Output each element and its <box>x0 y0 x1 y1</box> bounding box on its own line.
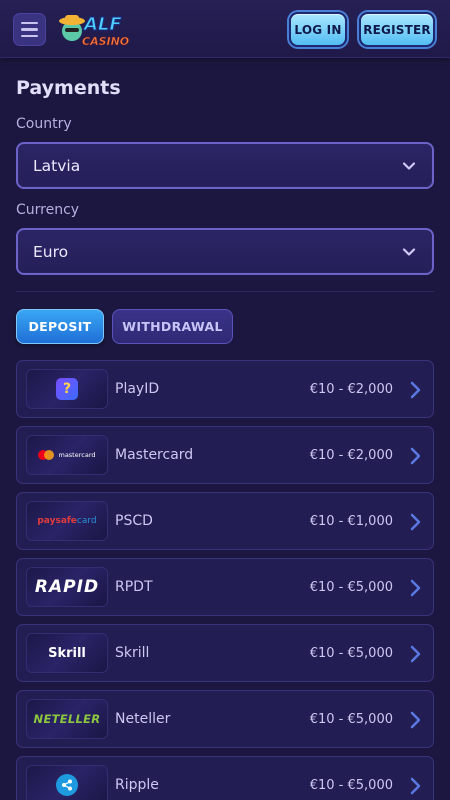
payment-range: €10 - €5,000 <box>309 712 393 727</box>
logo-text-alf: ALF <box>82 14 122 35</box>
chevron-right-icon <box>410 777 421 795</box>
rapid-logo: RAPID <box>26 567 108 607</box>
country-value: Latvia <box>33 156 81 175</box>
tab-deposit[interactable]: DEPOSIT <box>16 309 104 344</box>
playid-icon: ? <box>56 378 78 400</box>
ripple-icon <box>56 774 78 796</box>
payment-name: PSCD <box>115 513 153 529</box>
payment-item-rpdt[interactable]: RAPID RPDT €10 - €5,000 <box>16 558 434 616</box>
currency-label: Currency <box>16 202 80 218</box>
tab-withdrawal[interactable]: WITHDRAWAL <box>112 309 233 344</box>
skrill-logo-text: Skrill <box>48 645 86 661</box>
payment-range: €10 - €2,000 <box>309 448 393 463</box>
menu-line-icon <box>21 21 38 25</box>
currency-select[interactable]: Euro <box>16 228 434 275</box>
payment-item-pscd[interactable]: paysafecard PSCD €10 - €1,000 <box>16 492 434 550</box>
chevron-down-icon <box>402 162 416 170</box>
chevron-right-icon <box>410 513 421 531</box>
hamburger-menu-button[interactable] <box>13 13 46 46</box>
mastercard-logo: mastercard <box>26 435 108 475</box>
payment-item-neteller[interactable]: NETELLER Neteller €10 - €5,000 <box>16 690 434 748</box>
payment-name: Mastercard <box>115 447 194 463</box>
chevron-down-icon <box>402 248 416 256</box>
payment-name: RPDT <box>115 579 153 595</box>
chevron-right-icon <box>410 645 421 663</box>
logo-text-casino: CASINO <box>82 35 129 48</box>
neteller-logo: NETELLER <box>26 699 108 739</box>
paysafecard-logo-text-b: card <box>76 516 97 526</box>
page-title: Payments <box>16 77 121 99</box>
register-button[interactable]: REGISTER <box>359 12 435 47</box>
chevron-right-icon <box>410 447 421 465</box>
rapid-logo-text: RAPID <box>34 577 100 597</box>
skrill-logo: Skrill <box>26 633 108 673</box>
payment-name: Neteller <box>115 711 171 727</box>
chevron-right-icon <box>410 711 421 729</box>
paysafecard-logo: paysafecard <box>26 501 108 541</box>
payment-name: Skrill <box>115 645 150 661</box>
section-divider <box>16 291 434 292</box>
playid-logo: ? <box>26 369 108 409</box>
paysafecard-logo-text-a: paysafe <box>37 516 77 526</box>
payment-item-playid[interactable]: ? PlayID €10 - €2,000 <box>16 360 434 418</box>
ripple-logo <box>26 765 108 800</box>
payment-range: €10 - €5,000 <box>309 580 393 595</box>
payment-item-mastercard[interactable]: mastercard Mastercard €10 - €2,000 <box>16 426 434 484</box>
currency-value: Euro <box>33 242 69 261</box>
menu-line-icon <box>21 34 38 38</box>
payment-range: €10 - €5,000 <box>309 646 393 661</box>
payment-range: €10 - €5,000 <box>309 778 393 793</box>
payment-range: €10 - €2,000 <box>309 382 393 397</box>
menu-line-icon <box>21 28 38 31</box>
mastercard-logo-text: mastercard <box>58 451 96 459</box>
payment-name: PlayID <box>115 381 160 397</box>
payment-name: Ripple <box>115 777 159 793</box>
mastercard-circles-icon <box>38 450 55 460</box>
neteller-logo-text: NETELLER <box>33 712 101 726</box>
payment-item-skrill[interactable]: Skrill Skrill €10 - €5,000 <box>16 624 434 682</box>
payment-item-ripple[interactable]: Ripple €10 - €5,000 <box>16 756 434 800</box>
chevron-right-icon <box>410 381 421 399</box>
payment-range: €10 - €1,000 <box>309 514 393 529</box>
login-button[interactable]: LOG IN <box>289 12 347 47</box>
chevron-right-icon <box>410 579 421 597</box>
country-label: Country <box>16 116 72 132</box>
payment-methods-list: ? PlayID €10 - €2,000 mastercard Masterc… <box>16 360 434 800</box>
alf-casino-logo[interactable]: ALF CASINO <box>58 9 132 51</box>
top-header: ALF CASINO LOG IN REGISTER <box>0 0 450 58</box>
country-select[interactable]: Latvia <box>16 142 434 189</box>
